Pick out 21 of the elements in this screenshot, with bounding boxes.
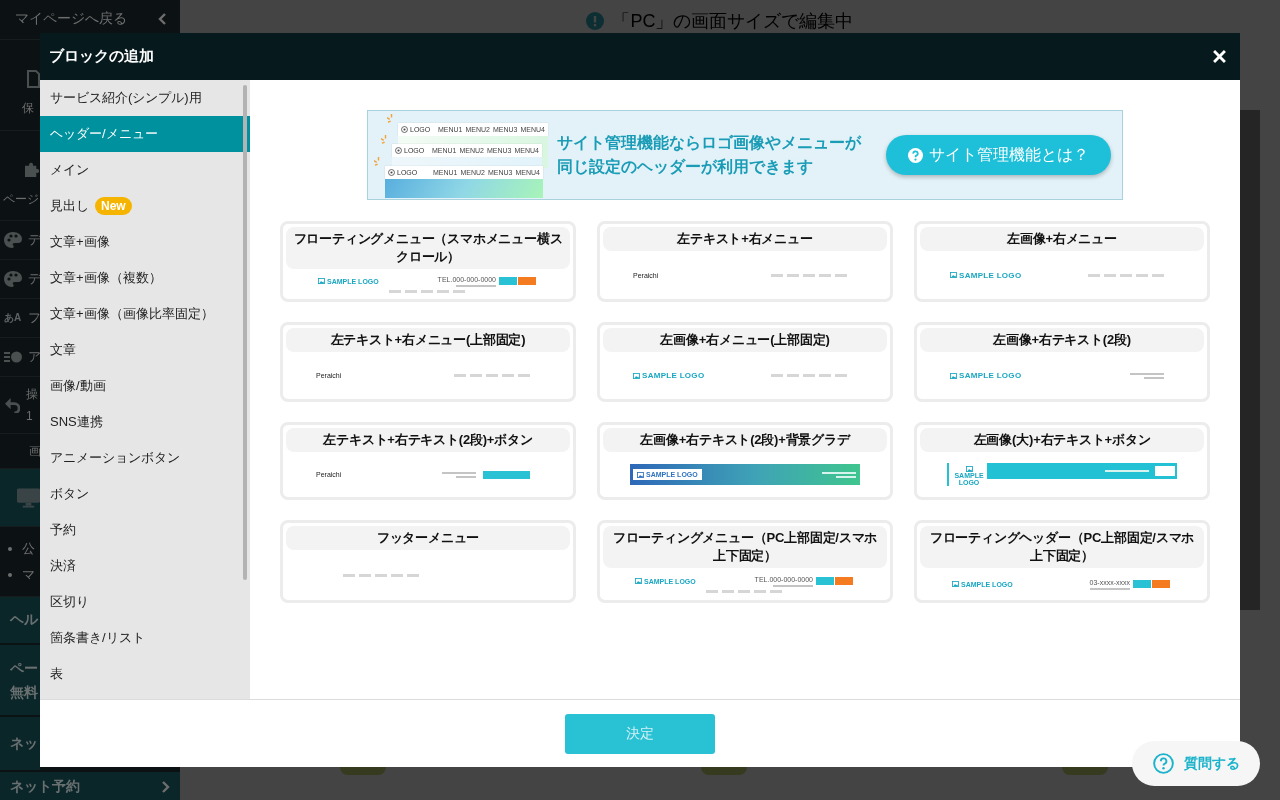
template-title: 左画像+右メニュー [920, 227, 1204, 251]
banner-message: サイト管理機能ならロゴ画像やメニューが 同じ設定のヘッダーが利用できます [557, 133, 861, 177]
template-title: フローティングヘッダー（PC上部固定/スマホ上下固定） [920, 526, 1204, 568]
new-badge: New [95, 197, 132, 215]
template-title: 左テキスト+右メニュー [603, 227, 887, 251]
template-title: 左テキスト+右テキスト(2段)+ボタン [286, 428, 570, 452]
dialog-title: ブロックの追加 [49, 47, 154, 66]
template-title: 左画像+右テキスト(2段)+背景グラデ [603, 428, 887, 452]
template-title: フローティングメニュー（スマホメニュー横スクロール） [286, 227, 570, 269]
template-title: フッターメニュー [286, 526, 570, 550]
template-title: 左画像+右テキスト(2段) [920, 328, 1204, 352]
notice-text: 「PC」の画面サイズで編集中 [612, 10, 854, 33]
template-title: 左画像+右メニュー(上部固定) [603, 328, 887, 352]
sidebar-caption: 画 [29, 442, 41, 460]
font-icon: あA [4, 311, 22, 325]
sample-logo-text: SAMPLE LOGO [959, 270, 1022, 280]
template-title: 左テキスト+右メニュー(上部固定) [286, 328, 570, 352]
sample-logo-text: SAMPLE LOGO [959, 371, 1022, 380]
sample-logo-text: SAMPLE LOGO [642, 371, 705, 380]
template-title: 左画像(大)+右テキスト+ボタン [920, 428, 1204, 452]
template-title: フローティングメニュー（PC上部固定/スマホ上下固定） [603, 526, 887, 568]
